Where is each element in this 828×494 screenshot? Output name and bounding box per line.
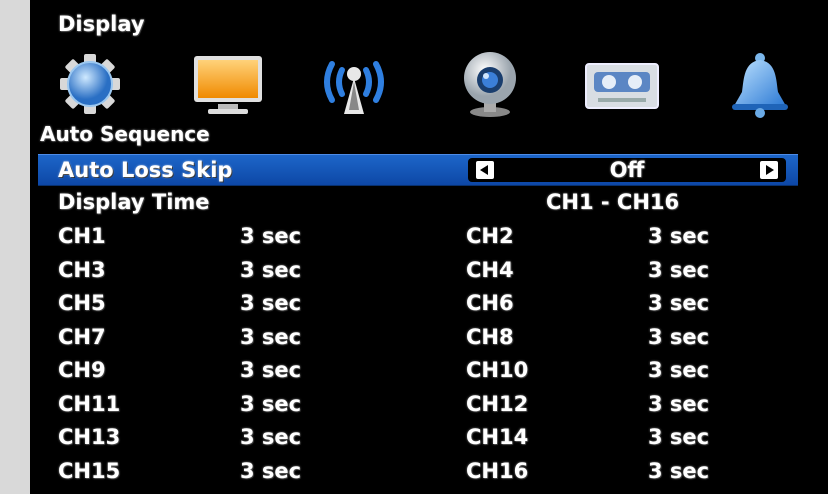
- channel-label: CH8: [466, 324, 514, 349]
- page-title: Display: [58, 12, 145, 36]
- camera-icon[interactable]: [450, 48, 530, 120]
- channel-dwell-time[interactable]: 3 sec: [240, 427, 301, 448]
- channel-dwell-time[interactable]: 3 sec: [240, 226, 301, 247]
- dvr-menu-screen: Display Auto Sequence Auto Loss Skip Off…: [30, 0, 828, 494]
- channel-dwell-time[interactable]: 3 sec: [648, 226, 709, 247]
- display-time-label: Display Time: [58, 190, 210, 214]
- channel-dwell-time[interactable]: 3 sec: [240, 460, 301, 482]
- channel-dwell-time[interactable]: 3 sec: [240, 360, 301, 381]
- channel-dwell-time[interactable]: 3 sec: [648, 326, 709, 348]
- channel-label: CH3: [58, 257, 106, 282]
- display-time-range: CH1 - CH16: [546, 190, 680, 214]
- channel-label: CH1: [58, 224, 106, 248]
- alarm-bell-icon[interactable]: [720, 48, 800, 120]
- channel-dwell-time[interactable]: 3 sec: [648, 427, 709, 448]
- section-title: Auto Sequence: [40, 122, 210, 146]
- channel-label: CH6: [466, 291, 514, 315]
- channel-label: CH16: [466, 458, 529, 483]
- channel-label: CH2: [466, 224, 514, 248]
- channel-dwell-time[interactable]: 3 sec: [240, 326, 301, 348]
- auto-loss-skip-value: Off: [609, 158, 645, 182]
- channel-dwell-time[interactable]: 3 sec: [240, 293, 301, 314]
- channel-dwell-time[interactable]: 3 sec: [648, 259, 709, 281]
- auto-loss-skip-label: Auto Loss Skip: [58, 158, 233, 182]
- arrow-right-icon[interactable]: [760, 161, 778, 179]
- setup-gear-icon[interactable]: [50, 48, 130, 120]
- channel-dwell-time[interactable]: 3 sec: [648, 360, 709, 381]
- recorder-tape-icon[interactable]: [582, 48, 662, 120]
- channel-label: CH5: [58, 291, 106, 315]
- menu-icon-bar: [30, 48, 828, 122]
- auto-loss-skip-selector[interactable]: Off: [468, 158, 786, 182]
- channel-dwell-time[interactable]: 3 sec: [648, 460, 709, 482]
- channel-label: CH14: [466, 425, 529, 449]
- channel-dwell-time[interactable]: 3 sec: [240, 259, 301, 281]
- channel-label: CH7: [58, 324, 106, 349]
- channel-label: CH15: [58, 458, 121, 483]
- channel-dwell-time[interactable]: 3 sec: [648, 393, 709, 415]
- channel-label: CH11: [58, 391, 121, 416]
- monitor-icon[interactable]: [188, 48, 268, 120]
- network-antenna-icon[interactable]: [314, 48, 394, 120]
- channel-label: CH13: [58, 425, 121, 449]
- channel-dwell-time[interactable]: 3 sec: [240, 393, 301, 415]
- channel-label: CH4: [466, 257, 514, 282]
- channel-dwell-time[interactable]: 3 sec: [648, 293, 709, 314]
- channel-label: CH12: [466, 391, 529, 416]
- channel-label: CH10: [466, 358, 529, 382]
- channel-label: CH9: [58, 358, 106, 382]
- auto-loss-skip-row[interactable]: Auto Loss Skip Off: [38, 154, 798, 186]
